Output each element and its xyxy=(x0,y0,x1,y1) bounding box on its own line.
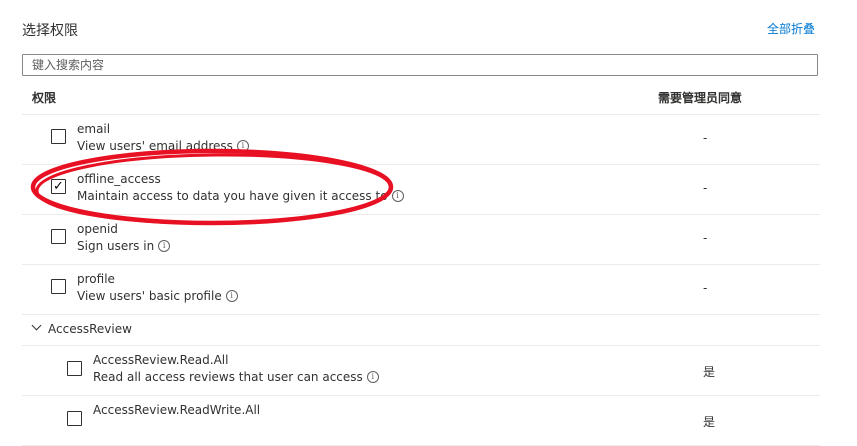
admin-consent-value: - xyxy=(703,231,708,245)
permission-description-text: Sign users in xyxy=(77,239,155,253)
permission-name: openid xyxy=(77,222,118,236)
permission-name: AccessReview.Read.All xyxy=(93,353,229,367)
checkmark-icon: ✓ xyxy=(53,179,64,194)
admin-consent-value: 是 xyxy=(703,365,716,379)
info-icon[interactable]: i xyxy=(391,190,404,202)
permission-row-offline-access[interactable]: ✓ offline_access Maintain access to data… xyxy=(22,165,820,215)
permission-description-text: View users' email address xyxy=(77,139,233,153)
admin-consent-value: 是 xyxy=(703,415,716,429)
admin-consent-value: - xyxy=(703,131,708,145)
permission-description: View users' basic profile i xyxy=(77,289,238,303)
permission-name: profile xyxy=(77,272,115,286)
permission-description: View users' email address i xyxy=(77,139,249,153)
checkbox-openid[interactable] xyxy=(51,229,66,244)
permission-description: Read all access reviews that user can ac… xyxy=(93,370,379,384)
permission-name: offline_access xyxy=(77,172,161,186)
permission-row-profile[interactable]: profile View users' basic profile i - xyxy=(22,265,820,315)
checkbox-accessreview-read-all[interactable] xyxy=(67,361,82,376)
permission-description: Sign users in i xyxy=(77,239,171,253)
search-input[interactable] xyxy=(22,54,818,76)
permission-row-accessreview-read-all[interactable]: AccessReview.Read.All Read all access re… xyxy=(22,346,820,396)
column-header-permission: 权限 xyxy=(32,91,57,105)
column-header-admin-consent: 需要管理员同意 xyxy=(658,91,743,105)
checkbox-accessreview-readwrite-all[interactable] xyxy=(67,411,82,426)
permission-name: AccessReview.ReadWrite.All xyxy=(93,403,261,417)
permission-description-text: Maintain access to data you have given i… xyxy=(77,189,388,203)
table-header: 权限 需要管理员同意 xyxy=(22,86,820,115)
permission-description-text: View users' basic profile xyxy=(77,289,222,303)
checkbox-profile[interactable] xyxy=(51,279,66,294)
section-title: 选择权限 xyxy=(22,23,78,39)
permission-row-email[interactable]: email View users' email address i - xyxy=(22,115,820,165)
checkbox-offline-access[interactable]: ✓ xyxy=(51,179,66,194)
group-header-accessreview[interactable]: AccessReview xyxy=(22,314,820,346)
info-icon[interactable]: i xyxy=(225,290,238,302)
permission-description: Maintain access to data you have given i… xyxy=(77,189,404,203)
group-label: AccessReview xyxy=(48,322,132,336)
permission-name: email xyxy=(77,122,111,136)
permission-row-accessreview-readwrite-all[interactable]: AccessReview.ReadWrite.All 是 xyxy=(22,396,820,446)
collapse-all-link[interactable]: 全部折叠 xyxy=(767,20,815,37)
permission-row-openid[interactable]: openid Sign users in i - xyxy=(22,215,820,265)
admin-consent-value: - xyxy=(703,281,708,295)
checkbox-email[interactable] xyxy=(51,129,66,144)
info-icon[interactable]: i xyxy=(366,371,379,383)
info-icon[interactable]: i xyxy=(158,240,171,252)
permission-description-text: Read all access reviews that user can ac… xyxy=(93,370,363,384)
info-icon[interactable]: i xyxy=(236,140,249,152)
chevron-down-icon xyxy=(31,320,42,331)
admin-consent-value: - xyxy=(703,181,708,195)
